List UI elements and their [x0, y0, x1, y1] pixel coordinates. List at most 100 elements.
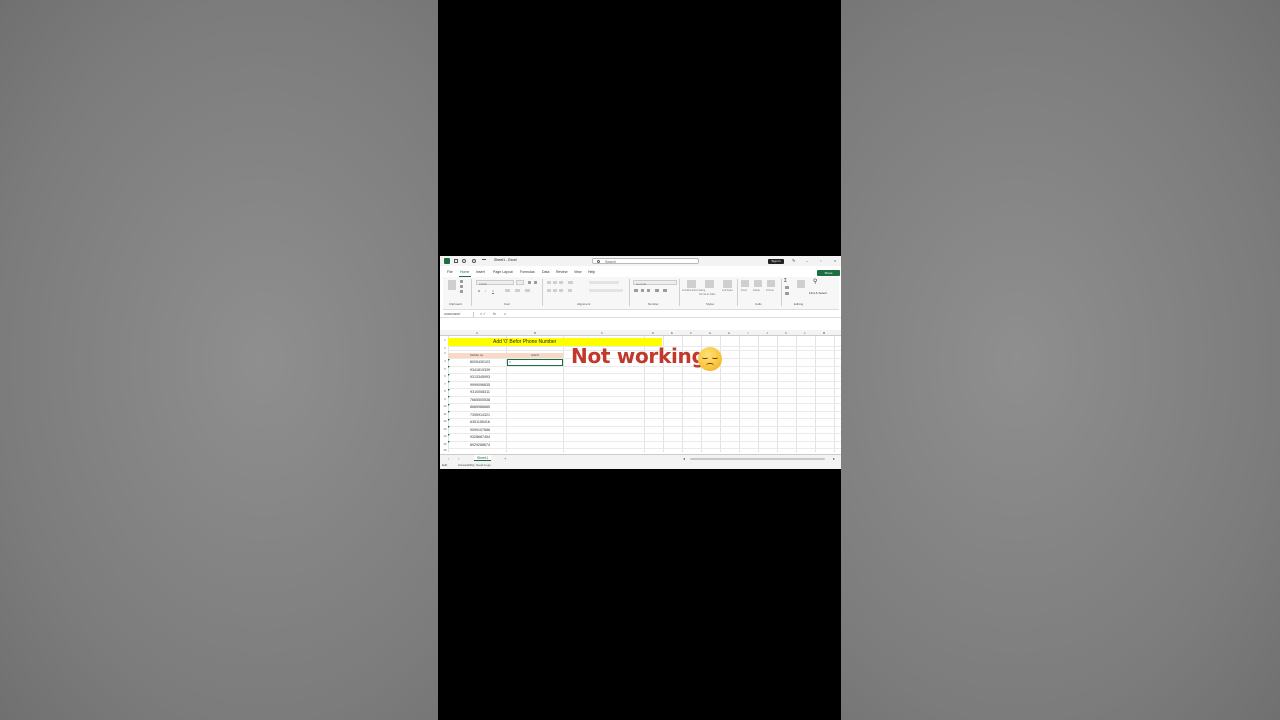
- cancel-confirm-icons[interactable]: × ✓: [480, 312, 486, 316]
- sign-in-button[interactable]: Sign in: [768, 258, 784, 264]
- name-box[interactable]: AUDIOSKIP: [442, 312, 474, 317]
- scroll-left-icon[interactable]: ◂: [683, 456, 685, 461]
- sort-filter-icon[interactable]: [797, 280, 805, 288]
- column-header[interactable]: M: [817, 331, 831, 335]
- column-header[interactable]: F: [684, 331, 698, 335]
- find-select-button[interactable]: Find & Select: [809, 291, 827, 296]
- phone-number-cell[interactable]: 9999096635: [454, 383, 506, 387]
- close-icon[interactable]: ×: [834, 258, 836, 263]
- tab-review[interactable]: Review: [556, 270, 567, 274]
- add-zero-header-cell[interactable]: Add 0: [507, 353, 563, 358]
- formula-input[interactable]: =: [504, 312, 506, 316]
- format-cells-icon[interactable]: [767, 280, 775, 287]
- row-header[interactable]: 16: [442, 449, 448, 452]
- phone-number-cell[interactable]: 7665500538: [454, 398, 506, 402]
- horizontal-scrollbar[interactable]: [690, 457, 825, 460]
- column-header[interactable]: H: [722, 331, 736, 335]
- wrap-text-button[interactable]: [589, 281, 619, 284]
- error-indicator-icon[interactable]: [448, 373, 450, 376]
- search-input[interactable]: Search: [592, 258, 699, 264]
- error-indicator-icon[interactable]: [448, 381, 450, 383]
- tab-file[interactable]: File: [447, 270, 453, 274]
- align-middle-icon[interactable]: [553, 281, 557, 284]
- column-header[interactable]: C: [595, 331, 609, 335]
- maximize-icon[interactable]: ▫: [820, 258, 821, 263]
- align-right-icon[interactable]: [559, 289, 563, 292]
- row-header[interactable]: 2: [442, 347, 448, 350]
- undo-icon[interactable]: [462, 259, 466, 263]
- error-indicator-icon[interactable]: [448, 396, 450, 398]
- column-header[interactable]: D: [646, 331, 660, 335]
- decrease-decimal-icon[interactable]: [663, 289, 667, 292]
- font-name-select[interactable]: Calibri: [476, 280, 514, 286]
- error-indicator-icon[interactable]: [448, 433, 450, 436]
- currency-icon[interactable]: [634, 289, 638, 292]
- increase-decimal-icon[interactable]: [655, 289, 659, 292]
- share-button[interactable]: Share: [817, 270, 840, 276]
- phone-number-cell[interactable]: 9310008311: [454, 390, 506, 394]
- increase-font-icon[interactable]: [528, 281, 531, 284]
- phone-number-cell[interactable]: 8005430103: [454, 360, 506, 364]
- column-header[interactable]: A: [470, 331, 484, 335]
- format-as-table-icon[interactable]: [705, 280, 714, 288]
- paste-icon[interactable]: [448, 280, 456, 290]
- column-header[interactable]: L: [798, 331, 812, 335]
- error-indicator-icon[interactable]: [448, 403, 450, 406]
- fill-color-icon[interactable]: [515, 289, 520, 292]
- indent-icon[interactable]: [568, 289, 572, 292]
- decrease-font-icon[interactable]: [534, 281, 537, 284]
- active-cell-b4[interactable]: =: [507, 358, 563, 366]
- column-header[interactable]: B: [528, 331, 542, 335]
- font-size-select[interactable]: [516, 280, 524, 285]
- tab-insert[interactable]: Insert: [476, 270, 485, 274]
- percent-icon[interactable]: [641, 289, 644, 292]
- conditional-formatting-icon[interactable]: [687, 280, 696, 288]
- phone-number-cell[interactable]: 7395914321: [454, 413, 506, 417]
- font-color-icon[interactable]: [525, 289, 530, 292]
- tab-view[interactable]: View: [574, 270, 582, 274]
- scroll-right-icon[interactable]: ▸: [833, 456, 835, 461]
- customize-toolbar-icon[interactable]: [482, 259, 486, 263]
- error-indicator-icon[interactable]: [448, 388, 450, 391]
- align-bottom-icon[interactable]: [559, 281, 563, 284]
- tab-formulas[interactable]: Formulas: [520, 270, 535, 274]
- error-indicator-icon[interactable]: [448, 418, 450, 421]
- cut-icon[interactable]: [460, 280, 463, 283]
- column-header[interactable]: E: [665, 331, 679, 335]
- column-header[interactable]: I: [741, 331, 755, 335]
- pen-icon[interactable]: ✎: [792, 258, 795, 263]
- add-sheet-button[interactable]: +: [504, 456, 506, 461]
- copy-icon[interactable]: [460, 285, 463, 288]
- phone-number-cell[interactable]: 8685986685: [454, 405, 506, 409]
- tab-home[interactable]: Home: [460, 270, 469, 274]
- number-format-select[interactable]: General: [633, 280, 677, 286]
- phone-number-cell[interactable]: 9328687454: [454, 435, 506, 439]
- error-indicator-icon[interactable]: [448, 366, 450, 368]
- insert-cells-icon[interactable]: [741, 280, 749, 287]
- mobile-header-cell[interactable]: Mobile no.: [448, 353, 506, 358]
- tab-data[interactable]: Data: [542, 270, 549, 274]
- column-header[interactable]: J: [760, 331, 774, 335]
- orientation-icon[interactable]: [568, 281, 573, 284]
- fx-icon[interactable]: fx: [493, 312, 496, 316]
- phone-number-cell[interactable]: 6351155416: [454, 420, 506, 424]
- error-indicator-icon[interactable]: [448, 411, 450, 413]
- cell-styles-icon[interactable]: [723, 280, 732, 288]
- align-left-icon[interactable]: [547, 289, 551, 292]
- align-center-icon[interactable]: [553, 289, 557, 292]
- column-header[interactable]: K: [779, 331, 793, 335]
- phone-number-cell[interactable]: 9099107686: [454, 428, 506, 432]
- tab-help[interactable]: Help: [588, 270, 595, 274]
- format-painter-icon[interactable]: [460, 290, 463, 293]
- underline-icon[interactable]: U: [492, 289, 494, 293]
- save-icon[interactable]: [454, 259, 458, 263]
- minimize-icon[interactable]: –: [806, 258, 808, 263]
- find-icon[interactable]: ⚲: [813, 278, 817, 285]
- clear-icon[interactable]: [785, 292, 789, 295]
- delete-cells-icon[interactable]: [754, 280, 762, 287]
- accessibility-status[interactable]: Accessibility: Good to go: [458, 463, 491, 467]
- fill-icon[interactable]: [785, 286, 789, 289]
- redo-icon[interactable]: [472, 259, 476, 263]
- bold-icon[interactable]: B: [478, 289, 480, 293]
- comma-icon[interactable]: [647, 289, 650, 292]
